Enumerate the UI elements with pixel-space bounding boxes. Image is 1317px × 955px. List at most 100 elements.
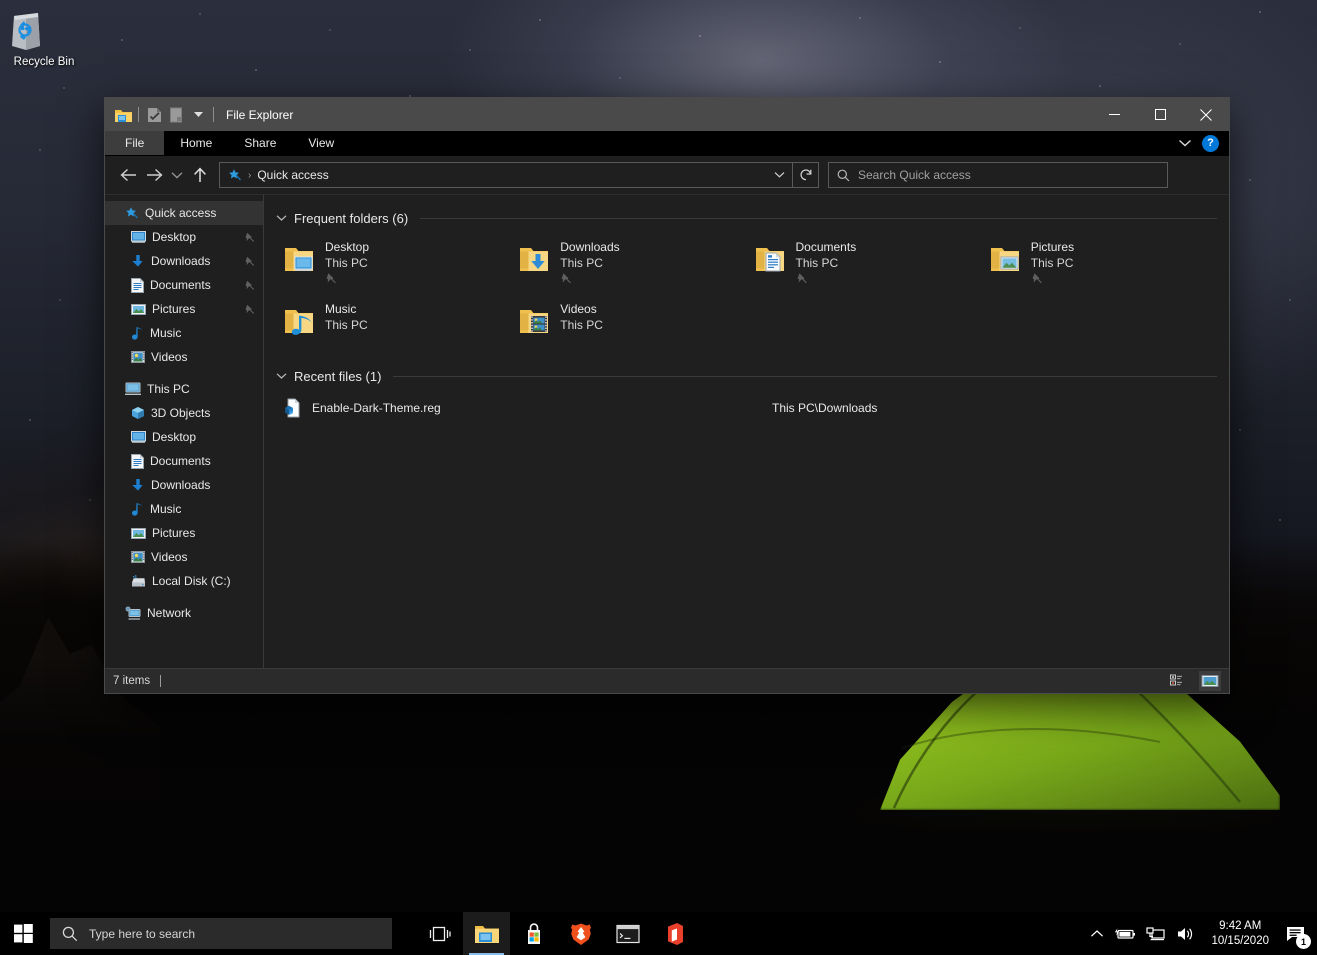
folder-tile-documents[interactable]: Documents This PC: [747, 235, 982, 291]
sidebar-item-3d-objects[interactable]: 3D Objects: [105, 401, 263, 425]
properties-icon[interactable]: [143, 103, 165, 127]
folder-tile-desktop[interactable]: Desktop This PC: [276, 235, 511, 291]
back-button[interactable]: [115, 162, 141, 188]
group-header-recent-files[interactable]: Recent files (1): [276, 359, 1217, 393]
tab-view[interactable]: View: [292, 131, 350, 155]
content-pane[interactable]: Frequent folders (6) Desktop This PC Dow…: [264, 195, 1229, 668]
new-folder-icon[interactable]: [165, 103, 187, 127]
network-status-icon[interactable]: [1141, 912, 1171, 955]
tab-home[interactable]: Home: [164, 131, 228, 155]
sidebar-item-downloads-pc[interactable]: Downloads: [105, 473, 263, 497]
file-explorer-taskbar-button[interactable]: [463, 912, 510, 955]
sidebar-item-downloads[interactable]: Downloads: [105, 249, 263, 273]
brave-lion-icon: [570, 922, 592, 946]
action-center-button[interactable]: 1: [1279, 912, 1313, 955]
taskbar-apps[interactable]: [416, 912, 698, 955]
taskbar-search-box[interactable]: Type here to search: [50, 918, 392, 949]
up-button[interactable]: [187, 162, 213, 188]
start-button[interactable]: [0, 912, 47, 955]
sidebar-item-pictures-pc[interactable]: Pictures: [105, 521, 263, 545]
navigation-bar[interactable]: › Quick access: [105, 156, 1229, 194]
forward-button[interactable]: [141, 162, 167, 188]
desktop[interactable]: Recycle Bin File Explorer File Home Shar…: [0, 0, 1317, 955]
battery-icon: [1114, 927, 1136, 941]
sidebar-item-label: Documents: [150, 454, 211, 468]
tab-file[interactable]: File: [105, 131, 165, 155]
taskbar[interactable]: Type here to search 9:42 AM 10/15/2020 1: [0, 912, 1317, 955]
window-body: Quick access Desktop Downloads Documents…: [105, 194, 1229, 668]
folder-tile-music[interactable]: Music This PC: [276, 297, 511, 353]
sidebar-item-quick-access[interactable]: Quick access: [105, 201, 263, 225]
window-titlebar[interactable]: File Explorer: [105, 98, 1229, 131]
sidebar-group-spacer: [105, 593, 263, 601]
battery-status-icon[interactable]: [1109, 912, 1141, 955]
ribbon-tab-bar[interactable]: File Home Share View ?: [105, 131, 1229, 156]
breadcrumb[interactable]: › Quick access: [220, 168, 766, 182]
refresh-button[interactable]: [792, 163, 818, 187]
minimize-button[interactable]: [1091, 98, 1137, 131]
sidebar-item-desktop[interactable]: Desktop: [105, 225, 263, 249]
folder-tile-location: This PC: [325, 256, 368, 270]
list-item[interactable]: Enable-Dark-Theme.reg This PC\Downloads: [276, 395, 1217, 421]
sidebar-item-desktop-pc[interactable]: Desktop: [105, 425, 263, 449]
sidebar-item-network[interactable]: Network: [105, 601, 263, 625]
recent-files-list[interactable]: Enable-Dark-Theme.reg This PC\Downloads: [276, 395, 1217, 421]
volume-icon[interactable]: [1171, 912, 1201, 955]
desktop-icon-recycle-bin[interactable]: Recycle Bin: [6, 8, 82, 68]
clock-date: 10/15/2020: [1211, 934, 1269, 947]
pin-icon: [244, 256, 255, 267]
address-bar[interactable]: › Quick access: [219, 162, 819, 188]
sidebar-item-music-pc[interactable]: Music: [105, 497, 263, 521]
search-input[interactable]: [858, 168, 1159, 182]
folder-tile-videos[interactable]: Videos This PC: [511, 297, 746, 353]
close-button[interactable]: [1183, 98, 1229, 131]
terminal-taskbar-button[interactable]: [604, 912, 651, 955]
music-icon: [131, 502, 144, 517]
ribbon-spacer: [350, 131, 1178, 155]
music-icon: [131, 326, 144, 341]
show-hidden-icons-button[interactable]: [1085, 912, 1109, 955]
clock[interactable]: 9:42 AM 10/15/2020: [1201, 912, 1279, 955]
quick-access-toolbar[interactable]: [105, 103, 218, 127]
microsoft-store-taskbar-button[interactable]: [510, 912, 557, 955]
folder-icon[interactable]: [112, 103, 134, 127]
sidebar-item-documents-pc[interactable]: Documents: [105, 449, 263, 473]
navigation-pane[interactable]: Quick access Desktop Downloads Documents…: [105, 195, 264, 668]
folder-tile-downloads[interactable]: Downloads This PC: [511, 235, 746, 291]
sidebar-item-videos[interactable]: Videos: [105, 345, 263, 369]
sidebar-item-music[interactable]: Music: [105, 321, 263, 345]
search-bar[interactable]: [828, 162, 1168, 188]
maximize-button[interactable]: [1137, 98, 1183, 131]
task-view-button[interactable]: [416, 912, 463, 955]
sidebar-item-label: This PC: [147, 382, 190, 396]
window-controls[interactable]: [1091, 98, 1229, 131]
sidebar-item-local-disk-c[interactable]: Local Disk (C:): [105, 569, 263, 593]
folder-tile-pictures[interactable]: Pictures This PC: [982, 235, 1217, 291]
frequent-folders-grid[interactable]: Desktop This PC Downloads This PC Docume…: [276, 235, 1217, 353]
sidebar-item-videos-pc[interactable]: Videos: [105, 545, 263, 569]
address-dropdown-button[interactable]: [766, 163, 792, 187]
breadcrumb-item-quick-access[interactable]: Quick access: [257, 168, 328, 182]
group-header-frequent-folders[interactable]: Frequent folders (6): [276, 201, 1217, 235]
chevron-down-icon[interactable]: [1178, 138, 1192, 148]
customize-dropdown-icon[interactable]: [187, 103, 209, 127]
videos-icon: [131, 550, 145, 564]
group-divider: [420, 217, 1217, 219]
sidebar-item-pictures[interactable]: Pictures: [105, 297, 263, 321]
office-taskbar-button[interactable]: [651, 912, 698, 955]
recent-locations-button[interactable]: [167, 162, 187, 188]
chevron-down-icon[interactable]: [276, 214, 288, 222]
sidebar-item-this-pc[interactable]: This PC: [105, 377, 263, 401]
large-icons-view-button[interactable]: [1199, 671, 1221, 691]
network-icon: [125, 606, 141, 620]
file-explorer-window[interactable]: File Explorer File Home Share View ? › Q…: [105, 98, 1229, 693]
system-tray[interactable]: 9:42 AM 10/15/2020 1: [1085, 912, 1317, 955]
details-view-button[interactable]: [1167, 671, 1189, 691]
tab-share[interactable]: Share: [228, 131, 292, 155]
chevron-down-icon[interactable]: [276, 372, 288, 380]
sidebar-item-documents[interactable]: Documents: [105, 273, 263, 297]
brave-browser-taskbar-button[interactable]: [557, 912, 604, 955]
pin-icon: [796, 272, 857, 284]
folder-icon: [474, 923, 500, 945]
help-button[interactable]: ?: [1202, 134, 1219, 152]
